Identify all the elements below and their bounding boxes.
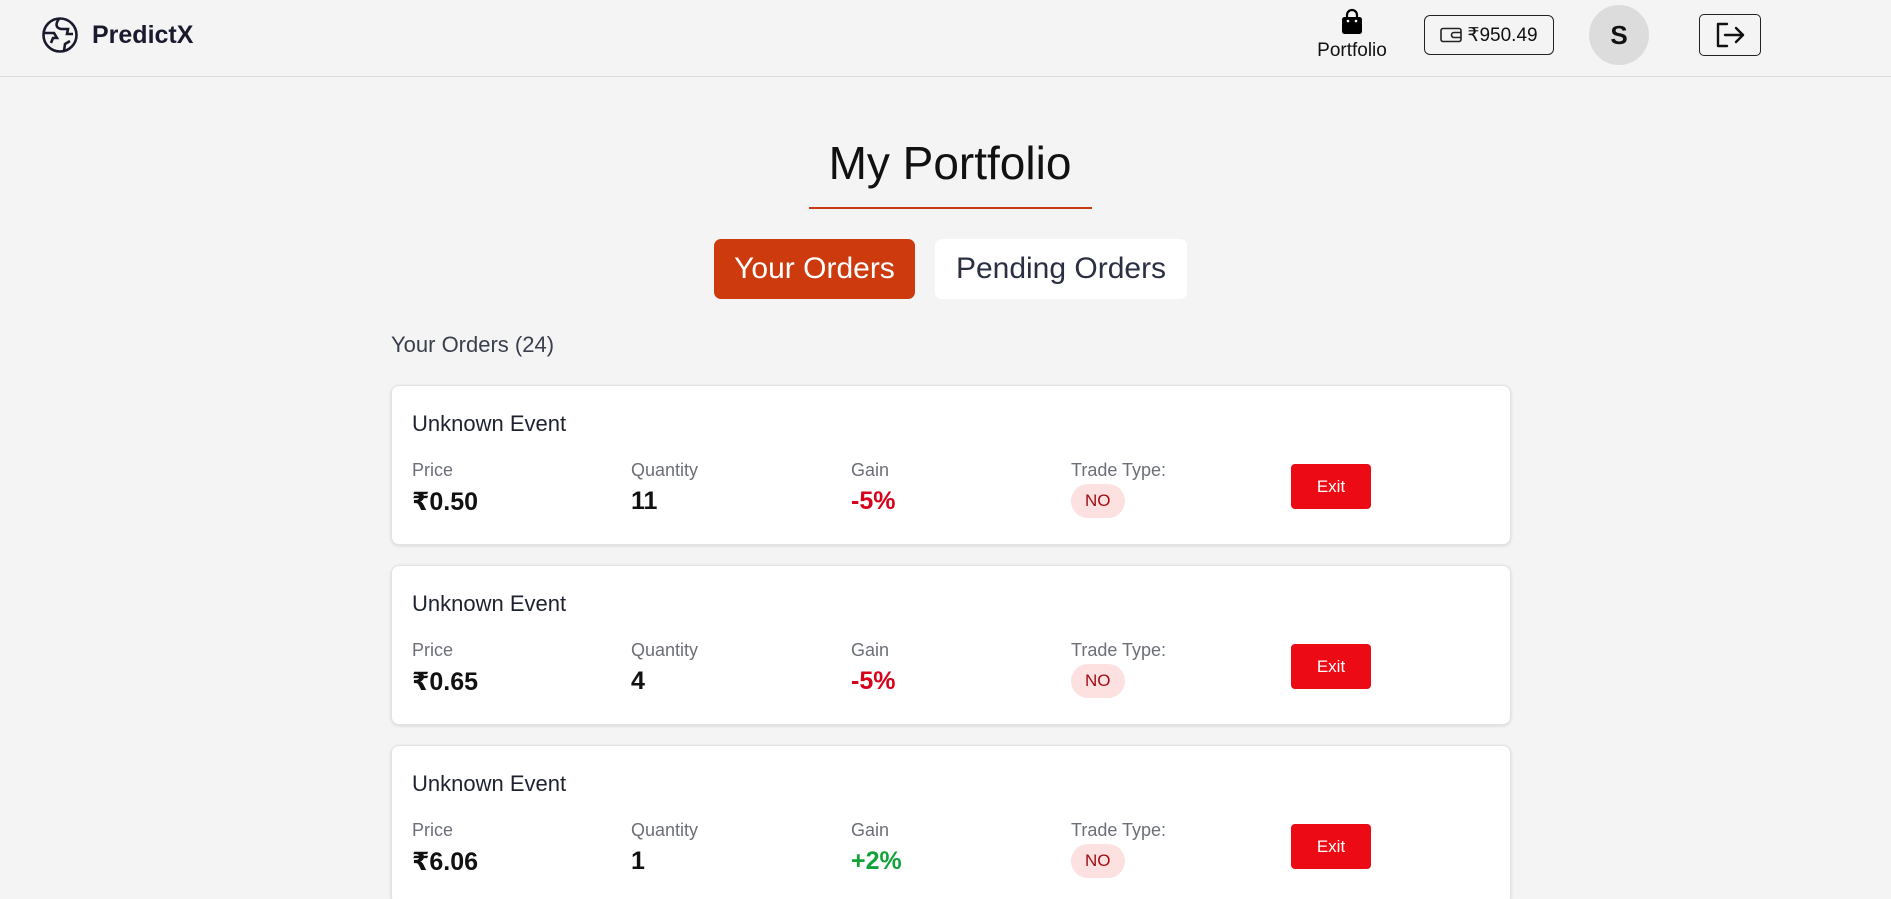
- gain-value: -5%: [851, 487, 896, 515]
- order-gain: Gain -5%: [851, 460, 895, 516]
- order-card: Unknown Event Price ₹0.65 Quantity 4 Gai…: [391, 565, 1511, 725]
- top-navbar: PredictX Portfolio ₹950.49 S: [0, 0, 1891, 77]
- trade-type-badge: NO: [1071, 664, 1125, 698]
- order-trade-type: Trade Type: NO: [1071, 820, 1166, 878]
- gain-value: +2%: [851, 847, 902, 875]
- trade-type-label: Trade Type:: [1071, 640, 1167, 660]
- gain-value: -5%: [851, 667, 896, 695]
- title-underline: [809, 207, 1092, 209]
- gain-label: Gain: [851, 640, 890, 660]
- price-label: Price: [412, 820, 454, 840]
- order-quantity: Quantity 4: [631, 640, 698, 696]
- wallet-icon: [1440, 27, 1463, 43]
- order-card: Unknown Event Price ₹6.06 Quantity 1 Gai…: [391, 745, 1511, 899]
- quantity-value: 1: [631, 847, 645, 875]
- trade-type-label: Trade Type:: [1071, 460, 1167, 480]
- order-price: Price ₹0.50: [412, 460, 478, 517]
- user-avatar[interactable]: S: [1589, 5, 1649, 65]
- nav-portfolio-link[interactable]: Portfolio: [1312, 8, 1392, 62]
- nav-portfolio-label: Portfolio: [1317, 40, 1387, 61]
- order-trade-type: Trade Type: NO: [1071, 460, 1166, 518]
- page-title: My Portfolio: [828, 137, 1072, 189]
- trade-type-badge: NO: [1071, 844, 1125, 878]
- order-event-title: Unknown Event: [412, 411, 567, 436]
- orders-count-heading: Your Orders (24): [391, 332, 555, 357]
- gain-label: Gain: [851, 460, 890, 480]
- wallet-balance: ₹950.49: [1467, 24, 1538, 46]
- order-event-title: Unknown Event: [412, 771, 567, 796]
- exit-button[interactable]: Exit: [1291, 824, 1371, 869]
- quantity-label: Quantity: [631, 460, 699, 480]
- brand-logo[interactable]: PredictX: [40, 15, 193, 55]
- price-value: ₹0.50: [412, 488, 479, 516]
- quantity-label: Quantity: [631, 820, 699, 840]
- exit-button[interactable]: Exit: [1291, 644, 1371, 689]
- order-gain: Gain +2%: [851, 820, 902, 876]
- order-price: Price ₹6.06: [412, 820, 478, 877]
- order-gain: Gain -5%: [851, 640, 895, 696]
- logout-button[interactable]: [1699, 14, 1761, 56]
- gain-label: Gain: [851, 820, 890, 840]
- tab-your-orders[interactable]: Your Orders: [714, 239, 915, 299]
- quantity-value: 11: [631, 487, 658, 515]
- globe-logo-icon: [42, 17, 78, 53]
- order-card: Unknown Event Price ₹0.50 Quantity 11 Ga…: [391, 385, 1511, 545]
- quantity-value: 4: [631, 667, 645, 695]
- price-value: ₹6.06: [412, 848, 479, 876]
- order-event-title: Unknown Event: [412, 591, 567, 616]
- order-quantity: Quantity 1: [631, 820, 698, 876]
- order-price: Price ₹0.65: [412, 640, 478, 697]
- quantity-label: Quantity: [631, 640, 699, 660]
- wallet-balance-button[interactable]: ₹950.49: [1424, 15, 1554, 55]
- trade-type-label: Trade Type:: [1071, 820, 1167, 840]
- price-label: Price: [412, 460, 454, 480]
- price-value: ₹0.65: [412, 668, 479, 696]
- logout-icon: [1716, 22, 1745, 48]
- shopping-bag-icon: [1342, 8, 1362, 34]
- price-label: Price: [412, 640, 454, 660]
- trade-type-badge: NO: [1071, 484, 1125, 518]
- order-trade-type: Trade Type: NO: [1071, 640, 1166, 698]
- tab-pending-orders[interactable]: Pending Orders: [935, 239, 1187, 299]
- order-quantity: Quantity 11: [631, 460, 698, 516]
- app-name: PredictX: [92, 20, 194, 49]
- exit-button[interactable]: Exit: [1291, 464, 1371, 509]
